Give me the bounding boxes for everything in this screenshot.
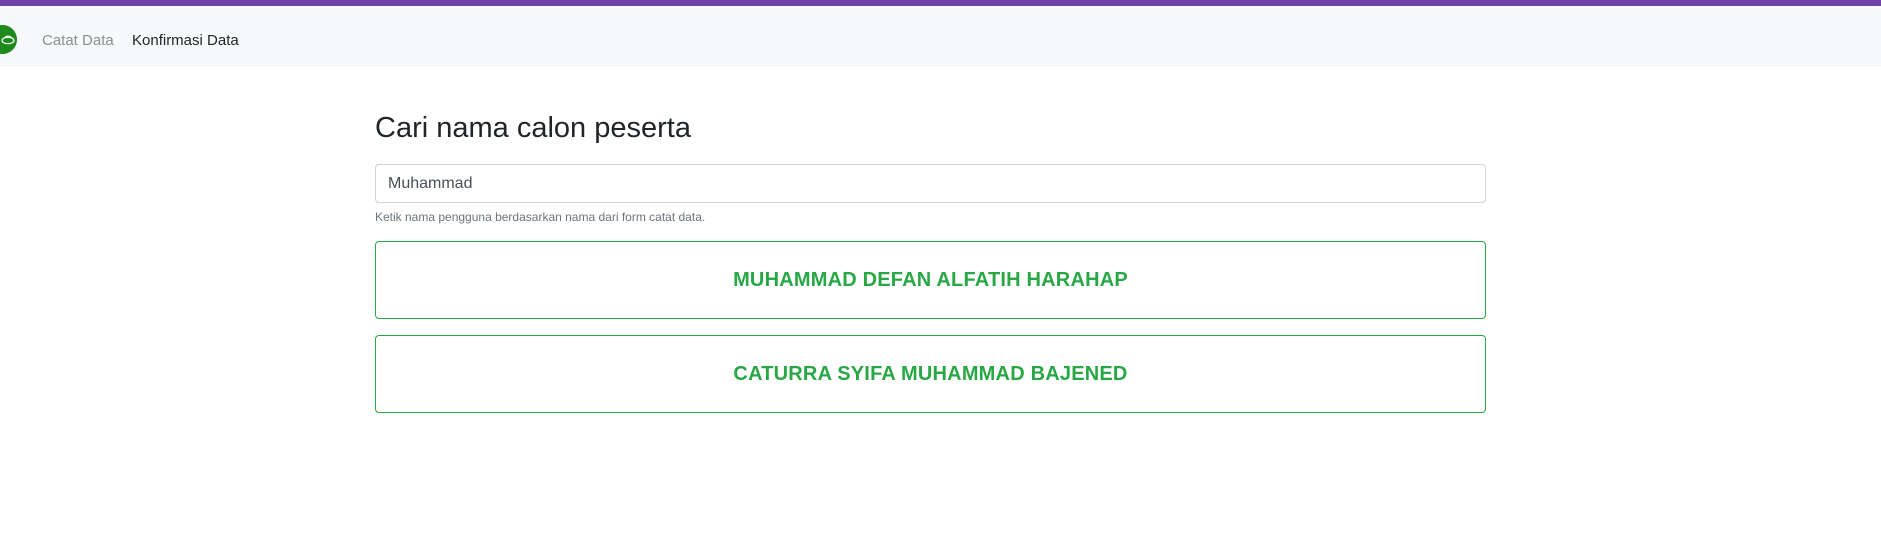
page-title: Cari nama calon peserta xyxy=(375,112,691,144)
result-name: MUHAMMAD DEFAN ALFATIH HARAHAP xyxy=(733,268,1128,291)
result-name: CATURRA SYIFA MUHAMMAD BAJENED xyxy=(733,362,1128,385)
result-card[interactable]: MUHAMMAD DEFAN ALFATIH HARAHAP xyxy=(375,241,1486,319)
navbar: Catat Data Konfirmasi Data xyxy=(0,6,1881,66)
search-help-text: Ketik nama pengguna berdasarkan nama dar… xyxy=(375,210,706,224)
search-input[interactable] xyxy=(375,164,1486,203)
brand-logo-icon[interactable] xyxy=(0,25,17,54)
result-card[interactable]: CATURRA SYIFA MUHAMMAD BAJENED xyxy=(375,335,1486,413)
nav-link-konfirmasi-data[interactable]: Konfirmasi Data xyxy=(132,32,239,50)
main-content: Cari nama calon peserta Ketik nama pengg… xyxy=(375,110,1486,413)
nav-link-catat-data[interactable]: Catat Data xyxy=(42,32,114,50)
